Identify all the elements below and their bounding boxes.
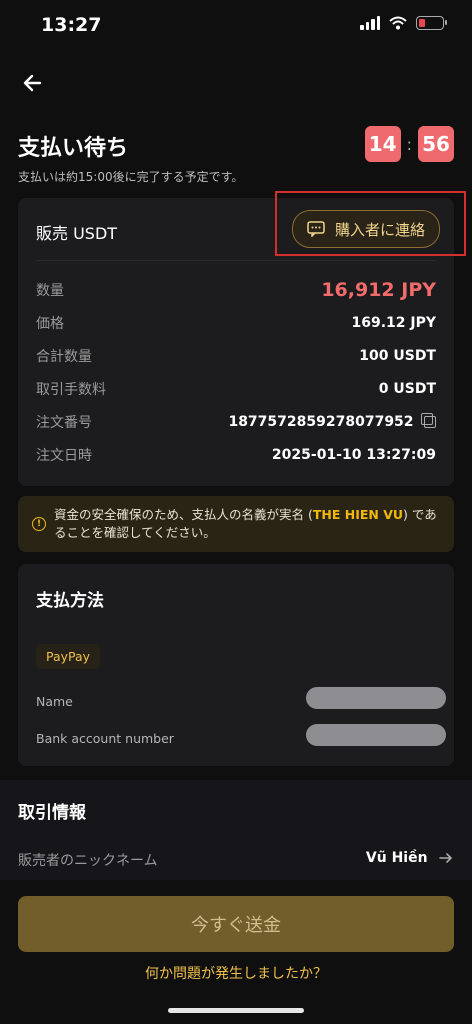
order-row-price: 価格 169.12 JPY <box>36 311 436 335</box>
home-indicator <box>168 1008 304 1013</box>
payer-name-highlight: THE HIEN VU <box>312 507 404 522</box>
order-row-datetime: 注文日時 2025-01-10 13:27:09 <box>36 443 436 467</box>
account-number-field-label: Bank account number <box>36 731 174 746</box>
warning-text-before: 資金の安全確保のため、支払人の名義が実名 ( <box>54 507 313 522</box>
row-label: 注文日時 <box>36 448 92 464</box>
page-title: 支払い待ち <box>18 136 129 161</box>
warning-text: 資金の安全確保のため、支払人の名義が実名 (THE HIEN VU) であること… <box>54 506 440 542</box>
timer-separator: : <box>406 134 412 154</box>
row-value: 100 USDT <box>359 348 436 364</box>
row-value: 16,912 JPY <box>321 279 436 301</box>
name-field-label: Name <box>36 694 73 709</box>
chevron-right-icon <box>439 853 453 863</box>
status-bar: 13:27 <box>0 0 472 52</box>
payment-method-card: 支払方法 PayPay Name Bank account number <box>18 564 454 766</box>
status-icons <box>360 16 447 30</box>
copy-icon[interactable] <box>421 413 436 428</box>
row-label: 合計数量 <box>36 349 92 365</box>
order-row-quantity: 数量 16,912 JPY <box>36 278 436 302</box>
timer-seconds: 56 <box>418 126 454 162</box>
order-heading: 販売 USDT <box>36 224 118 243</box>
seller-nickname-group: Vũ Hiền <box>366 850 454 870</box>
page-subtitle: 支払いは約15:00後に完了する予定です。 <box>18 170 244 184</box>
seller-nickname-label: 販売者のニックネーム <box>18 853 158 869</box>
divider <box>36 260 436 261</box>
payment-method-title: 支払方法 <box>36 591 104 611</box>
row-label: 注文番号 <box>36 415 92 431</box>
row-value: 169.12 JPY <box>351 315 436 331</box>
signal-icon <box>360 16 380 30</box>
row-value: 0 USDT <box>378 381 436 397</box>
help-link[interactable]: 何か問題が発生しましたか？ <box>0 963 472 983</box>
row-value: 2025-01-10 13:27:09 <box>271 447 436 463</box>
name-field-value-masked <box>306 687 446 709</box>
clock: 13:27 <box>41 14 102 36</box>
order-row-fee: 取引手数料 0 USDT <box>36 377 436 401</box>
order-number-group: 1877572859278077952 <box>228 413 436 430</box>
row-label: 価格 <box>36 316 64 332</box>
alert-icon: ! <box>32 517 46 531</box>
timer-minutes: 14 <box>364 126 401 162</box>
trade-info-title: 取引情報 <box>18 803 86 823</box>
contact-highlight-box <box>275 191 466 256</box>
row-label: 数量 <box>36 283 64 299</box>
send-now-button[interactable]: 今すぐ送金 <box>18 896 454 952</box>
row-label: 取引手数料 <box>36 382 106 398</box>
wifi-icon <box>389 16 407 30</box>
countdown-timer: 14 : 56 <box>364 126 454 162</box>
seller-nickname-row[interactable]: 販売者のニックネーム Vũ Hiền <box>18 850 454 870</box>
order-row-order-number: 注文番号 1877572859278077952 <box>36 410 436 434</box>
back-arrow-icon[interactable] <box>18 68 48 98</box>
order-row-total: 合計数量 100 USDT <box>36 344 436 368</box>
payment-method-badge: PayPay <box>36 644 101 669</box>
trade-info-section: 取引情報 販売者のニックネーム Vũ Hiền <box>0 780 472 880</box>
row-value: 1877572859278077952 <box>228 414 414 430</box>
battery-icon <box>416 16 447 30</box>
account-number-value-masked <box>306 724 446 746</box>
seller-nickname-value: Vũ Hiền <box>365 850 428 866</box>
warning-banner: ! 資金の安全確保のため、支払人の名義が実名 (THE HIEN VU) である… <box>18 496 454 552</box>
